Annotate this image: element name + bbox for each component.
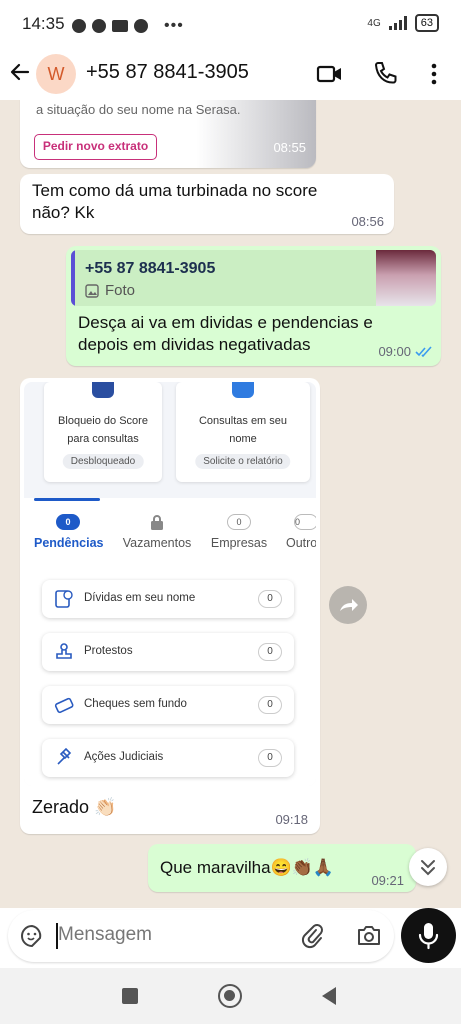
lock-icon [151,515,163,530]
system-nav-bar [0,968,461,1024]
message-text: Tem como dá uma turbinada no score não? … [32,181,318,222]
home-button[interactable] [218,984,242,1008]
back-button[interactable] [320,986,338,1006]
image-message[interactable]: Bloqueio do Score para consultas Desbloq… [20,378,320,834]
read-receipt-icon [415,346,432,358]
recents-button[interactable] [122,988,138,1004]
message-composer[interactable]: Mensagem [8,910,394,962]
tab-bar: 0 Pendências Vazamentos 0 Empresas 0 Out… [24,498,316,558]
outgoing-message[interactable]: Que maravilha😄👏🏾🙏🏾 09:21 [148,844,416,892]
chat-area[interactable]: a situação do seu nome na Serasa. Pedir … [0,100,461,908]
more-options-icon[interactable] [420,60,448,88]
message-time: 09:21 [371,873,404,888]
request-statement-button[interactable]: Pedir novo extrato [34,134,157,160]
contact-name[interactable]: +55 87 8841-3905 [86,61,249,84]
battery-icon: 63 [414,14,439,32]
tab-vazamentos: Vazamentos [118,514,196,550]
status-badge: Solicite o relatório [195,454,291,469]
outgoing-reply-message[interactable]: +55 87 8841-3905 Foto Desça ai va em div… [66,246,441,366]
notification-icons: ••• [72,17,184,35]
message-text: Que maravilha😄👏🏾🙏🏾 [160,858,335,877]
camera-icon[interactable] [356,923,382,947]
sticker-icon[interactable] [20,924,44,948]
back-arrow-icon[interactable] [8,60,32,84]
status-bar: 14:35 ••• 4G 63 [0,0,461,48]
image-caption: Zerado 👏🏻 [32,797,117,817]
quoted-message[interactable]: +55 87 8841-3905 Foto [71,250,436,306]
list-item: Ações Judiciais 0 [42,739,294,777]
tab-pendencias: 0 Pendências [34,514,103,550]
avatar[interactable]: W [36,54,76,94]
double-chevron-down-icon [421,860,435,876]
status-badge: Desbloqueado [62,454,144,469]
forward-icon [340,599,358,611]
serasa-card-message[interactable]: a situação do seu nome na Serasa. Pedir … [20,100,316,168]
forward-button[interactable] [329,586,367,624]
person-search-icon [232,382,254,398]
quoted-thumbnail [376,250,436,306]
message-time: 08:56 [351,214,384,229]
list-item: Dívidas em seu nome 0 [42,580,294,618]
signal-icon [388,16,407,30]
network-type: 4G [367,17,381,29]
message-time: 09:00 [378,344,411,359]
debt-document-icon [55,590,73,608]
chat-header: W +55 87 8841-3905 [0,48,461,100]
quoted-sender: +55 87 8841-3905 [85,260,216,277]
video-call-icon[interactable] [316,60,344,88]
stamp-icon [56,643,72,659]
photo-icon [85,283,99,298]
list-item: Cheques sem fundo 0 [42,686,294,724]
message-time: 08:55 [273,140,306,155]
tab-outros: 0 Outro [286,514,316,550]
more-notifications-icon: ••• [164,17,184,34]
notification-card-icon [112,20,128,32]
gavel-icon [57,748,72,765]
message-time: 09:18 [275,812,308,827]
check-icon [54,697,74,714]
attach-icon[interactable] [300,923,324,949]
message-text: Desça ai va em dividas e pendencias e de… [78,313,373,354]
quoted-type: Foto [105,282,136,299]
status-time: 14:35 [22,14,65,33]
scroll-to-bottom-button[interactable] [409,848,447,886]
voice-message-button[interactable] [401,908,456,963]
message-input[interactable]: Mensagem [58,924,152,946]
list-item: Protestos 0 [42,633,294,671]
notification-app-icon [92,19,106,33]
facebook-icon [134,19,148,33]
active-tab-indicator [34,498,100,501]
pendencias-list: Dívidas em seu nome 0 Protestos 0 Cheque… [24,558,316,786]
tab-empresas: 0 Empresas [208,514,270,550]
phone-call-icon[interactable] [372,60,400,88]
shield-icon [92,382,114,398]
notification-muted-icon [72,19,86,33]
consultations-tile: Consultas em seu nome Solicite o relatór… [176,382,310,482]
incoming-message[interactable]: Tem como dá uma turbinada no score não? … [20,174,394,234]
serasa-screenshot[interactable]: Bloqueio do Score para consultas Desbloq… [24,382,316,786]
score-block-tile: Bloqueio do Score para consultas Desbloq… [44,382,162,482]
microphone-icon [418,923,439,950]
